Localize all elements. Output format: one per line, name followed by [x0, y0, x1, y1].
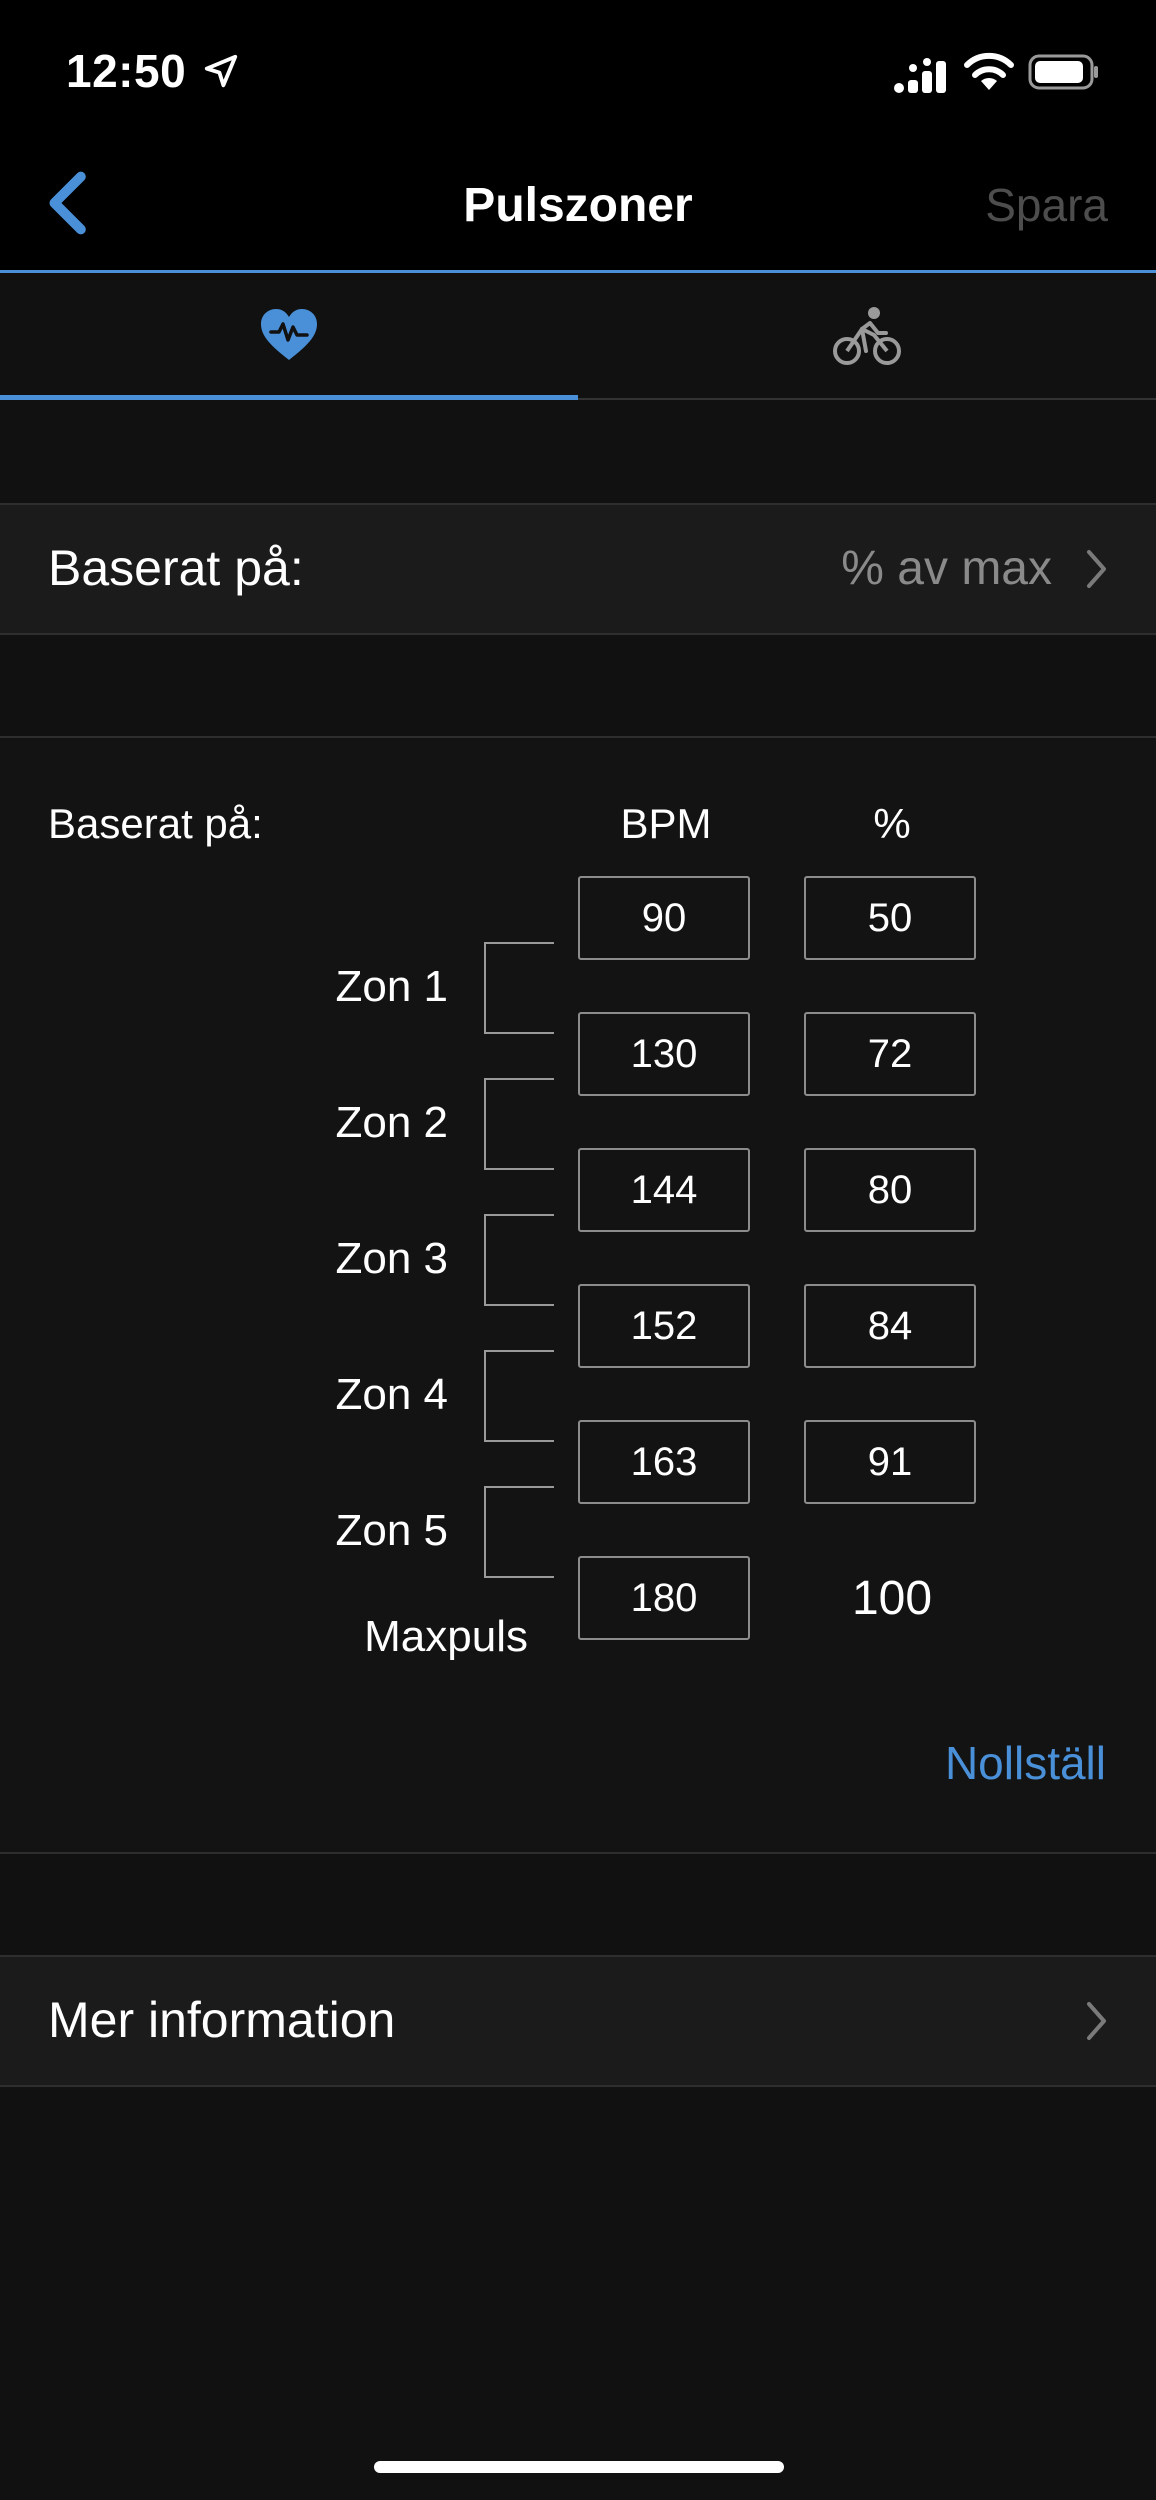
- chevron-right-icon: [1087, 2002, 1106, 2040]
- zone-label: Zon 1: [335, 962, 448, 1011]
- bpm-column-header: BPM: [620, 800, 712, 847]
- bike-icon: [833, 307, 901, 365]
- bpm-input[interactable]: 144: [578, 1148, 750, 1232]
- active-tab-indicator: [0, 395, 578, 400]
- max-percent-value: 100: [851, 1571, 933, 1625]
- zone-label: Zon 3: [335, 1234, 448, 1283]
- cellular-signal-icon: [894, 58, 946, 93]
- zone-bracket: [484, 942, 554, 1034]
- percent-input[interactable]: 84: [804, 1284, 976, 1368]
- reset-button[interactable]: Nollställ: [945, 1736, 1106, 1790]
- wifi-icon: [964, 52, 1014, 90]
- tab-bar: [0, 273, 1156, 400]
- zone-bracket: [484, 1078, 554, 1170]
- page-title: Pulszoner: [463, 179, 693, 232]
- percent-input[interactable]: 50: [804, 876, 976, 960]
- percent-input[interactable]: 91: [804, 1420, 976, 1504]
- bpm-input[interactable]: 90: [578, 876, 750, 960]
- status-bar: 12:50: [0, 0, 1156, 140]
- percent-input[interactable]: 80: [804, 1148, 976, 1232]
- bpm-input[interactable]: 152: [578, 1284, 750, 1368]
- percent-input[interactable]: 72: [804, 1012, 976, 1096]
- more-info-row[interactable]: Mer information: [0, 1955, 1156, 2087]
- based-on-value: % av max: [841, 542, 1052, 595]
- save-button[interactable]: Spara: [985, 178, 1108, 232]
- tab-cycling[interactable]: [578, 273, 1156, 398]
- based-on-label: Baserat på:: [48, 540, 304, 596]
- zone-bracket: [484, 1486, 554, 1578]
- based-on-row[interactable]: Baserat på: % av max: [0, 503, 1156, 635]
- zone-bracket: [484, 1350, 554, 1442]
- max-heart-rate-label: Maxpuls: [364, 1612, 528, 1661]
- max-bpm-input[interactable]: 180: [578, 1556, 750, 1640]
- zone-label: Zon 2: [335, 1098, 448, 1147]
- navigation-bar: Pulszoner Spara: [0, 140, 1156, 273]
- zone-bracket: [484, 1214, 554, 1306]
- chevron-right-icon: [1087, 550, 1106, 588]
- percent-column-header: %: [873, 800, 911, 847]
- tab-heart-rate[interactable]: [0, 273, 578, 400]
- zone-label: Zon 4: [335, 1370, 448, 1419]
- heart-rate-icon: [261, 309, 317, 360]
- status-time: 12:50: [66, 45, 187, 97]
- zones-based-on-label: Baserat på:: [48, 800, 263, 847]
- bpm-input[interactable]: 130: [578, 1012, 750, 1096]
- zone-label: Zon 5: [335, 1506, 448, 1555]
- battery-icon: [1028, 54, 1098, 90]
- more-info-label: Mer information: [48, 1992, 396, 2048]
- location-arrow-icon: [204, 54, 238, 88]
- heart-rate-zones-panel: Baserat på: BPM % 90 130 144 152 163 180…: [0, 736, 1156, 1854]
- home-indicator[interactable]: [374, 2461, 784, 2473]
- bpm-input[interactable]: 163: [578, 1420, 750, 1504]
